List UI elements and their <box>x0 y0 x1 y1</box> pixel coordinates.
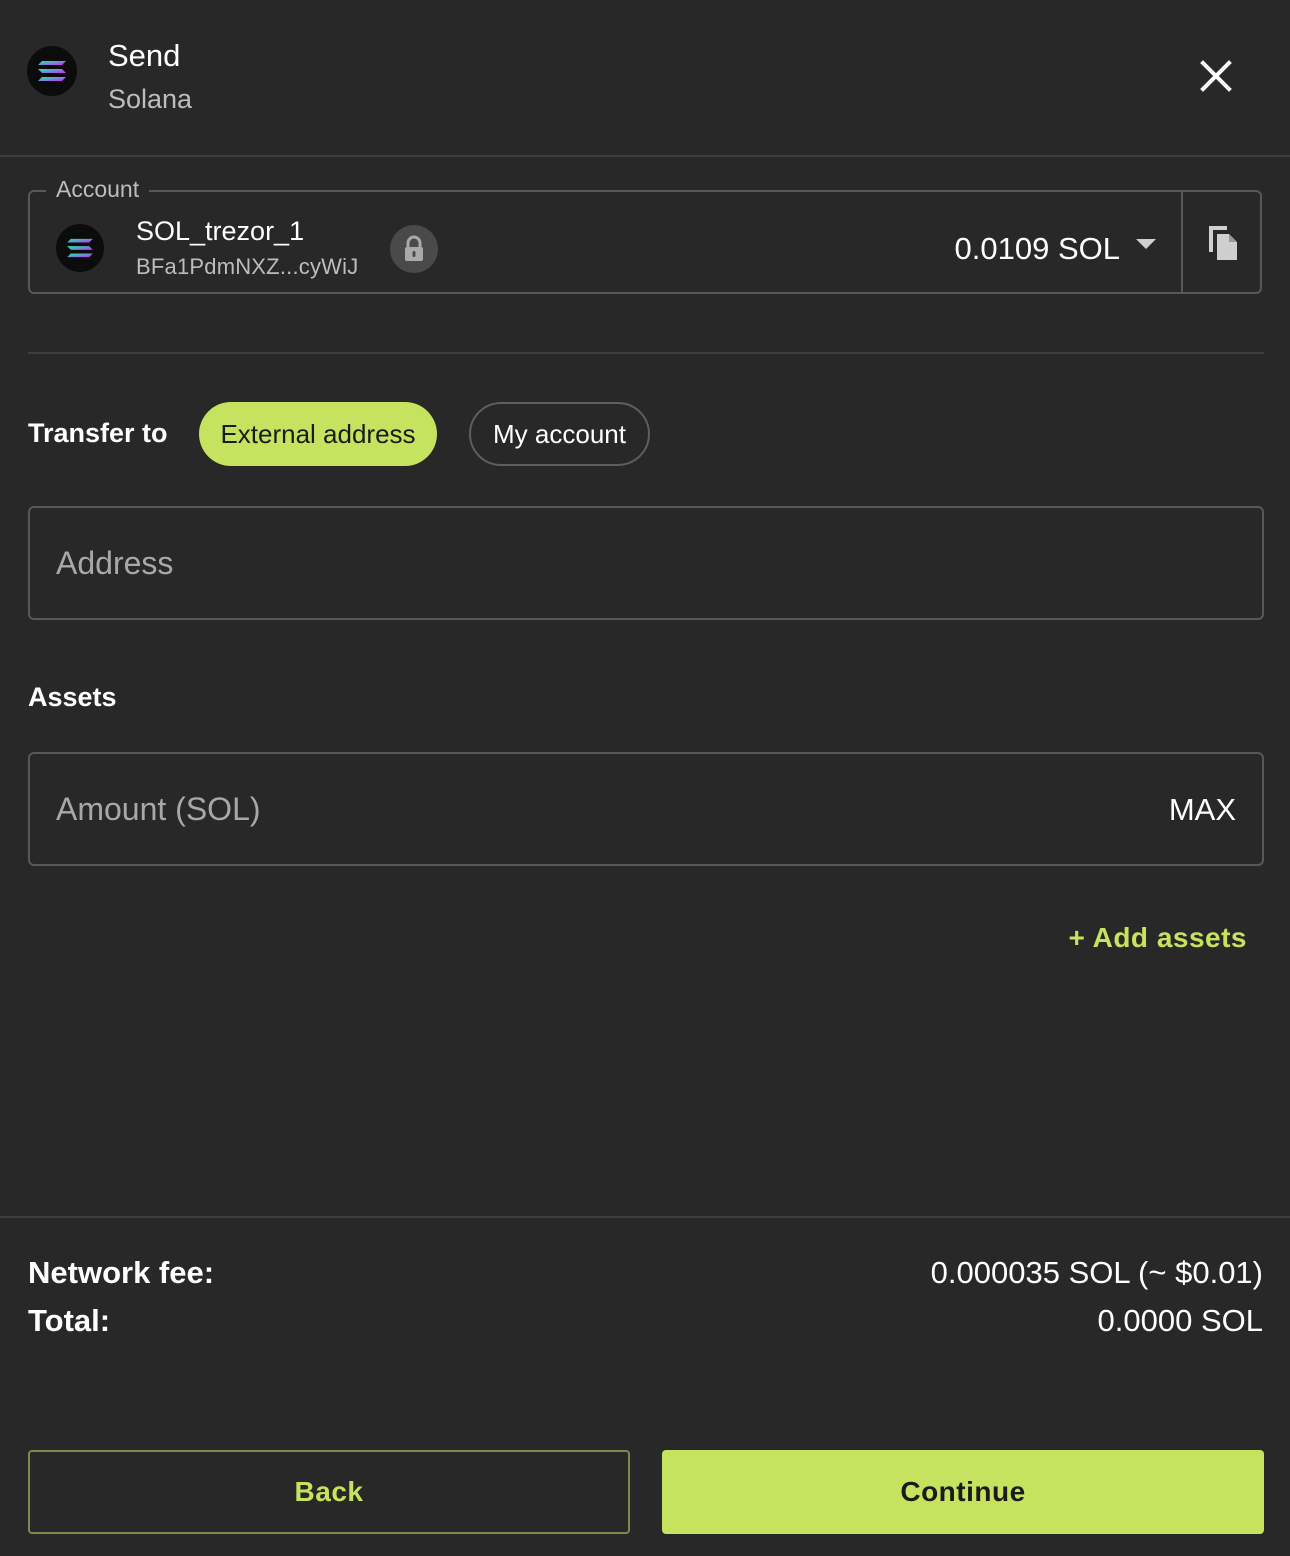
external-address-toggle[interactable]: External address <box>199 402 437 466</box>
network-fee-label: Network fee: <box>28 1255 215 1290</box>
address-field[interactable] <box>28 506 1264 620</box>
back-button[interactable]: Back <box>28 1450 630 1534</box>
continue-button[interactable]: Continue <box>662 1450 1264 1534</box>
close-icon <box>1200 60 1232 92</box>
account-name: SOL_trezor_1 <box>136 216 305 246</box>
header-divider <box>0 155 1290 157</box>
account-address: BFa1PdmNXZ...cyWiJ <box>136 254 359 279</box>
add-assets-link[interactable]: + Add assets <box>1069 922 1247 954</box>
copy-icon <box>1209 226 1237 260</box>
total-value: 0.0000 SOL <box>1097 1303 1263 1338</box>
copy-address-button[interactable] <box>1192 213 1252 273</box>
page-title: Send <box>108 38 181 73</box>
total-label: Total: <box>28 1303 111 1338</box>
page-subtitle: Solana <box>108 84 193 114</box>
close-button[interactable] <box>1186 46 1246 106</box>
solana-logo-icon <box>27 46 77 96</box>
transfer-to-label: Transfer to <box>28 418 168 448</box>
account-legend: Account <box>46 176 150 203</box>
section-divider <box>28 352 1264 354</box>
assets-label: Assets <box>28 682 117 712</box>
amount-input[interactable] <box>56 754 1042 864</box>
account-solana-icon <box>56 224 104 272</box>
account-separator <box>1181 192 1183 292</box>
footer-divider <box>0 1216 1290 1218</box>
my-account-toggle[interactable]: My account <box>469 402 650 466</box>
address-input[interactable] <box>56 508 1042 618</box>
amount-field[interactable]: MAX <box>28 752 1264 866</box>
network-fee-value: 0.000035 SOL (~ $0.01) <box>930 1255 1263 1290</box>
max-button[interactable]: MAX <box>1169 792 1236 828</box>
lock-icon <box>390 225 438 273</box>
account-balance: 0.0109 SOL <box>954 231 1120 266</box>
dialog-header: Send Solana <box>0 0 1290 156</box>
caret-down-icon[interactable] <box>1136 239 1156 249</box>
